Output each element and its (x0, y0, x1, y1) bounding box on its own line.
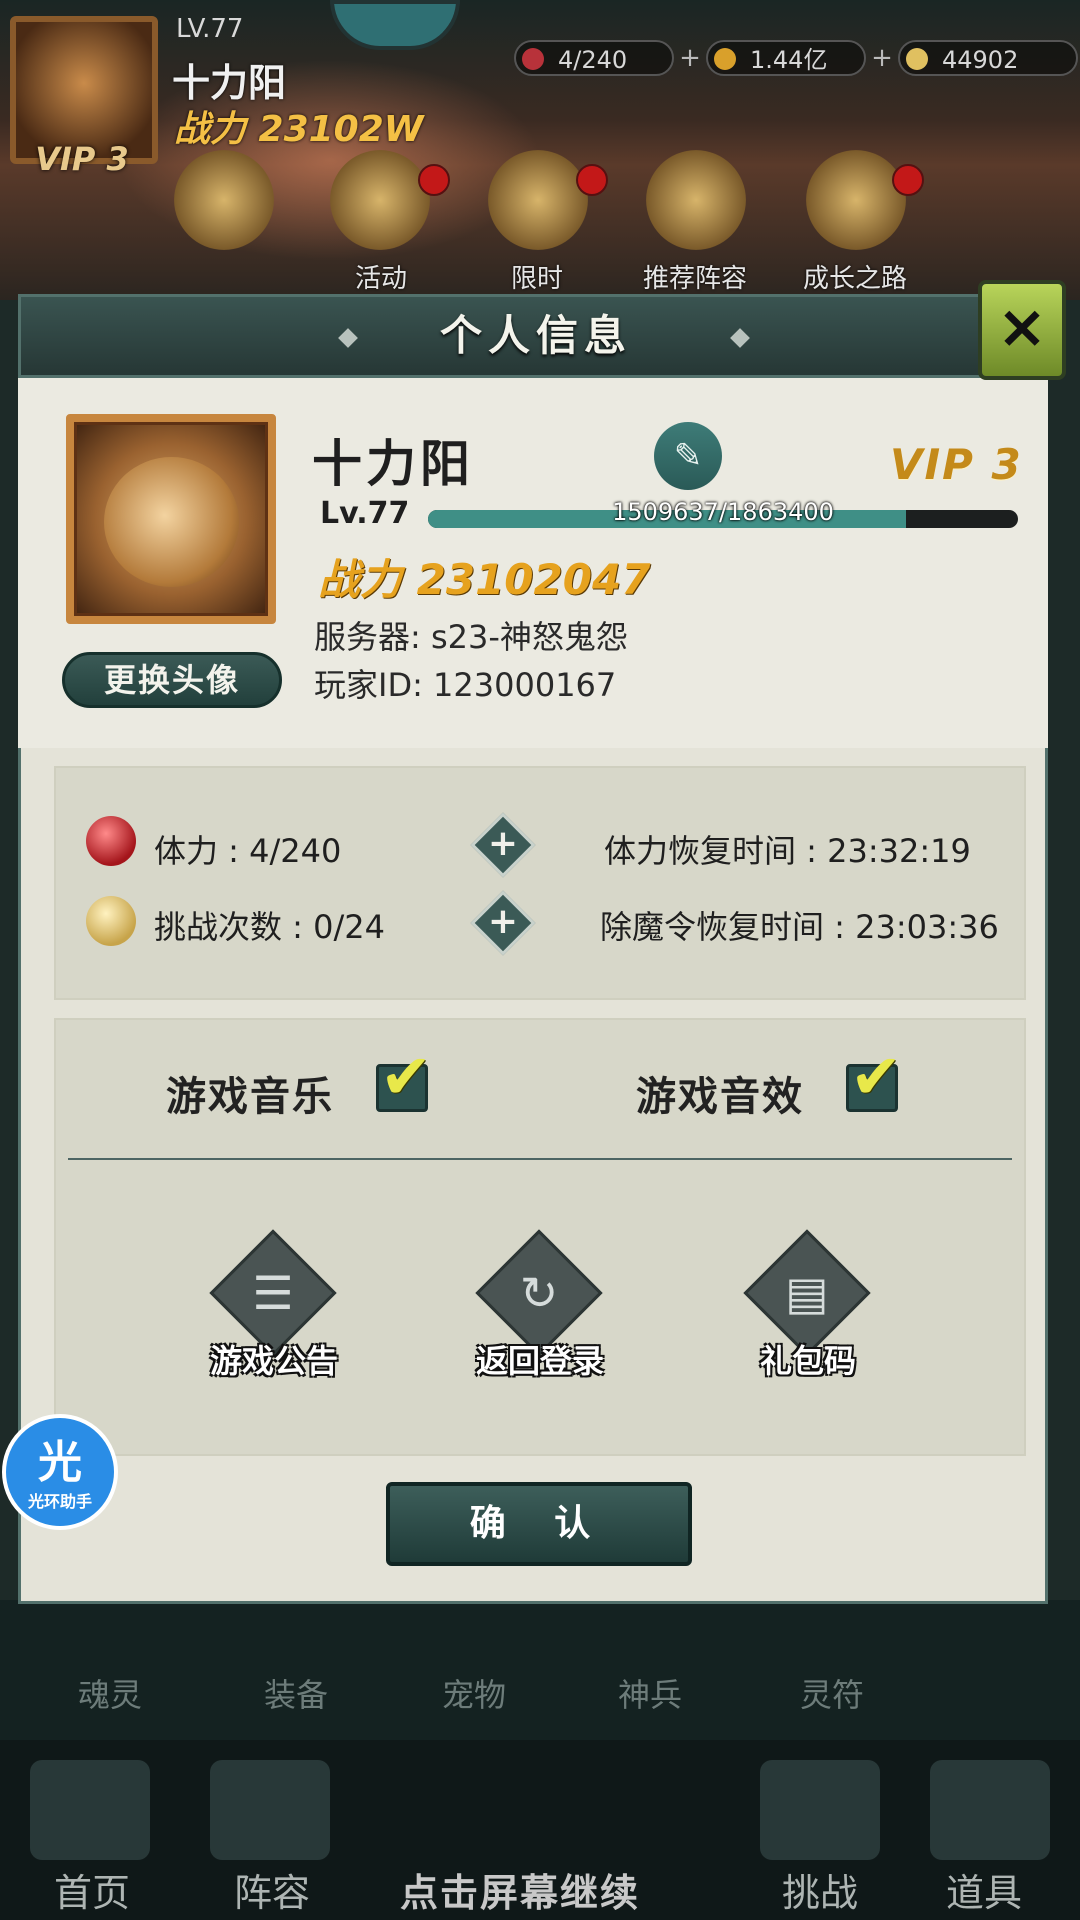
checkmark-icon: ✔ (850, 1040, 902, 1113)
coin-icon (714, 48, 736, 70)
challenge-nav-icon[interactable] (760, 1760, 880, 1860)
tiger-portrait-icon (104, 457, 239, 587)
lineup-nav-icon[interactable] (210, 1760, 330, 1860)
modal-header: 个人信息 (18, 294, 1048, 378)
notification-dot (418, 164, 450, 196)
halo-helper-label: 光环助手 (27, 1492, 92, 1511)
nav-items[interactable]: 道具 (904, 1862, 1064, 1917)
resource-stamina-value: 4/240 (558, 46, 628, 74)
modal-title: 个人信息 (439, 311, 632, 360)
nav-challenge[interactable]: 挑战 (740, 1862, 900, 1917)
limited-icon[interactable] (488, 150, 588, 250)
stamina-value: 体力 : 4/240 (154, 832, 342, 870)
growth-icon[interactable] (806, 150, 906, 250)
bottom-talisman-label[interactable]: 灵符 (762, 1670, 902, 1716)
resource-gold-plus-icon[interactable]: + (866, 42, 898, 74)
back-login-label[interactable]: 返回登录 (430, 1336, 650, 1382)
server-info: 服务器: s23-神怒鬼怨 (314, 618, 628, 656)
bottom-soul-label[interactable]: 魂灵 (40, 1670, 180, 1716)
edit-name-button[interactable]: ✎ (654, 422, 722, 490)
hud-name: 十力阳 (172, 61, 287, 105)
vip-level: VIP 3 (890, 440, 1023, 489)
player-id: 玩家ID: 123000167 (314, 666, 617, 704)
document-icon: ▤ (785, 1266, 829, 1320)
sound-label: 游戏音效 (636, 1074, 804, 1120)
resource-gold: 1.44亿 (706, 40, 866, 76)
announcement-label[interactable]: 游戏公告 (164, 1336, 384, 1382)
music-label: 游戏音乐 (166, 1074, 334, 1120)
checkmark-icon: ✔ (380, 1040, 432, 1113)
menu-lineup-label[interactable]: 推荐阵容 (620, 258, 770, 295)
items-nav-icon[interactable] (930, 1760, 1050, 1860)
pencil-icon: ✎ (673, 436, 703, 476)
resource-ingot: 44902 (898, 40, 1078, 76)
nav-lineup[interactable]: 阵容 (192, 1862, 352, 1917)
stamina-recover-time: 体力恢复时间 : 23:32:19 (604, 832, 971, 870)
stats-panel (54, 766, 1026, 1000)
hud-vip: VIP 3 (35, 140, 129, 178)
stamina-orb-icon (86, 816, 136, 866)
challenge-count: 挑战次数 : 0/24 (154, 908, 385, 946)
hud-level: LV.77 (176, 14, 244, 44)
gift-icon[interactable] (174, 150, 274, 250)
combat-power: 战力 23102047 (318, 555, 651, 604)
resource-ingot-value: 44902 (942, 46, 1019, 74)
player-name: 十力阳 (312, 435, 474, 493)
notice-board-icon: ☰ (252, 1266, 294, 1320)
bottom-weapon-label[interactable]: 神兵 (580, 1670, 720, 1716)
confirm-button[interactable]: 确 认 (386, 1482, 692, 1566)
player-avatar (66, 414, 276, 624)
close-button[interactable]: × (978, 280, 1066, 380)
menu-growth-label[interactable]: 成长之路 (780, 258, 930, 295)
gift-code-label[interactable]: 礼包码 (698, 1336, 918, 1382)
bottom-equip-label[interactable]: 装备 (226, 1670, 366, 1716)
resource-stamina-plus-icon[interactable]: + (674, 42, 706, 74)
exp-text: 1509637/1863400 (612, 498, 834, 526)
halo-helper-button[interactable]: 光 光环助手 (2, 1414, 118, 1530)
ingot-icon (906, 48, 928, 70)
refresh-icon: ↻ (519, 1266, 559, 1320)
nav-home[interactable]: 首页 (12, 1862, 172, 1917)
lineup-icon[interactable] (646, 150, 746, 250)
player-level: Lv.77 (320, 496, 410, 531)
resource-gold-value: 1.44亿 (750, 46, 828, 74)
menu-activity-label[interactable]: 活动 (306, 258, 456, 295)
settings-divider (68, 1158, 1012, 1160)
stamina-icon (522, 48, 544, 70)
change-avatar-button[interactable]: 更换头像 (62, 652, 282, 708)
plus-icon: + (487, 823, 519, 864)
tap-to-continue[interactable]: 点击屏幕继续 (400, 1862, 640, 1917)
notification-dot (576, 164, 608, 196)
hud-power: 战力 23102W (174, 109, 424, 150)
halo-helper-icon: 光 (38, 1437, 82, 1488)
challenge-token-icon (86, 896, 136, 946)
token-recover-time: 除魔令恢复时间 : 23:03:36 (600, 908, 999, 946)
bottom-pet-label[interactable]: 宠物 (404, 1670, 544, 1716)
plus-icon: + (487, 901, 519, 942)
home-icon[interactable] (30, 1760, 150, 1860)
resource-stamina: 4/240 (514, 40, 674, 76)
menu-limited-label[interactable]: 限时 (462, 258, 612, 295)
close-icon: × (996, 292, 1048, 362)
event-icon[interactable] (330, 150, 430, 250)
notification-dot (892, 164, 924, 196)
